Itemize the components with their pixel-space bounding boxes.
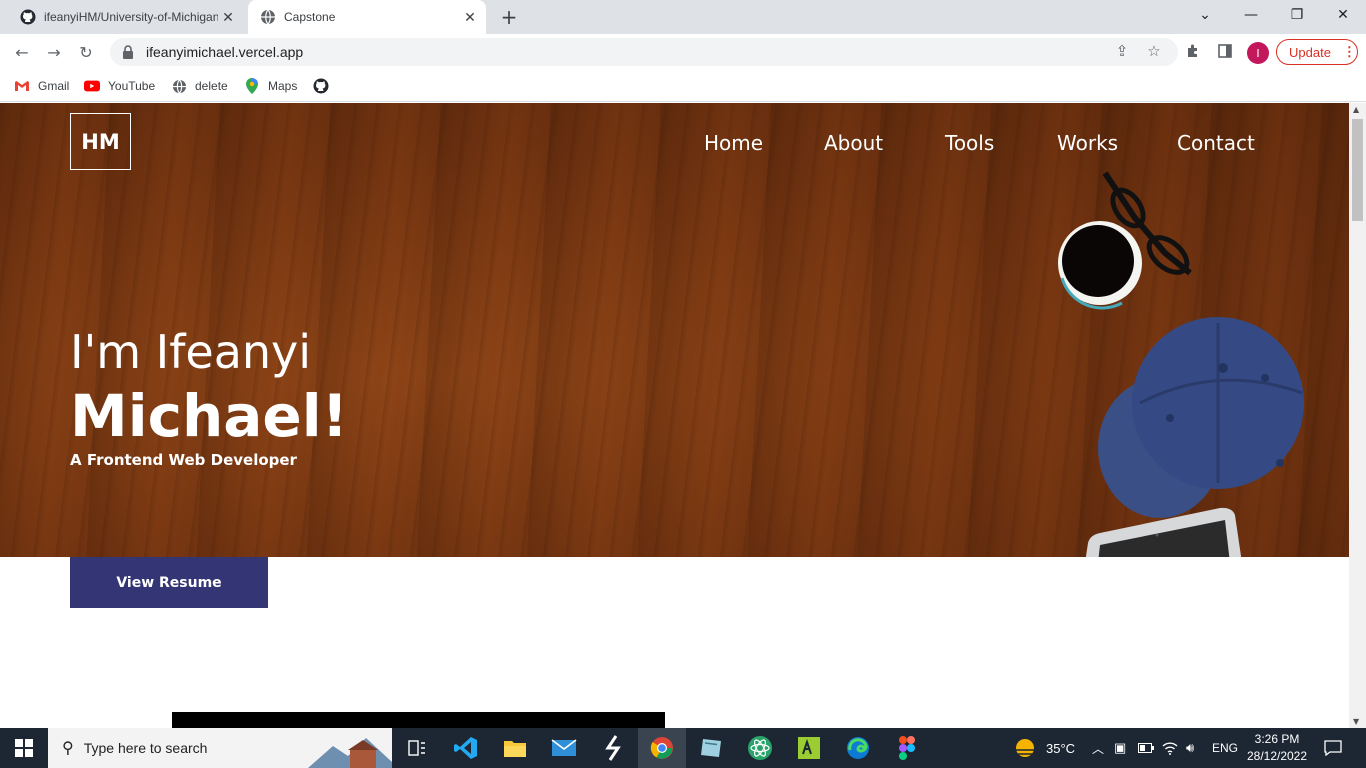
edge-icon[interactable] (834, 728, 882, 768)
close-window-button[interactable]: ✕ (1320, 0, 1366, 30)
scroll-down-icon[interactable]: ▼ (1353, 717, 1359, 726)
scrollbar-thumb[interactable] (1352, 119, 1363, 221)
close-icon[interactable]: ✕ (460, 7, 480, 27)
maps-icon (244, 78, 260, 94)
nav-works[interactable]: Works (1057, 131, 1118, 155)
bookmark-gmail[interactable]: Gmail (14, 76, 69, 96)
hero-greeting: I'm Ifeanyi (70, 325, 312, 379)
windows-icon (15, 739, 33, 757)
weather-widget[interactable]: 35°C (1012, 728, 1075, 768)
nav-tools[interactable]: Tools (945, 131, 994, 155)
tab-github[interactable]: ifeanyiHM/University-of-Michigan ✕ (8, 0, 244, 34)
system-clock[interactable]: 3:26 PM 28/12/2022 (1246, 731, 1308, 765)
share-icon[interactable]: ⇪ (1110, 39, 1134, 63)
weather-temperature: 35°C (1046, 740, 1076, 756)
bookmark-delete[interactable]: delete (171, 76, 228, 96)
desk-props-illustration (1058, 171, 1304, 557)
back-button[interactable]: ← (8, 38, 36, 66)
scroll-up-icon[interactable]: ▲ (1353, 105, 1359, 114)
tab-title: ifeanyiHM/University-of-Michigan (44, 10, 218, 24)
atom-app-icon[interactable] (736, 728, 784, 768)
tab-search-icon[interactable]: ⌄ (1182, 0, 1228, 30)
bookmark-maps[interactable]: Maps (244, 76, 297, 96)
show-hidden-icons[interactable]: ︿ (1092, 728, 1104, 768)
notes-app-icon[interactable] (687, 728, 735, 768)
bookmark-star-icon[interactable]: ☆ (1142, 39, 1166, 63)
taskbar: ⚲ Type here to search 35°C ︿ ▣ 🔊︎ ENG 3:… (0, 728, 1366, 768)
view-resume-button[interactable]: View Resume (70, 557, 268, 608)
volume-icon[interactable]: 🔊︎ (1186, 728, 1194, 768)
github-icon (313, 78, 329, 94)
github-icon (20, 9, 36, 25)
bookmark-label: delete (195, 79, 228, 93)
browser-toolbar: ← → ↻ ifeanyimichael.vercel.app ⇪ ☆ I Up… (0, 34, 1366, 70)
coffee-cup-icon (1058, 221, 1142, 310)
tab-capstone[interactable]: Capstone ✕ (248, 0, 486, 34)
bookmark-label: YouTube (108, 79, 156, 93)
bookmarks-bar: Gmail YouTube delete Maps (0, 70, 1366, 102)
terminal-app-icon[interactable] (785, 728, 833, 768)
bookmark-youtube[interactable]: YouTube (84, 76, 155, 96)
search-highlight-illustration (308, 738, 392, 768)
site-logo[interactable]: HM (70, 113, 131, 170)
cap-icon (1098, 317, 1304, 518)
search-icon: ⚲ (62, 740, 74, 757)
wifi-icon[interactable] (1162, 728, 1178, 768)
forward-button[interactable]: → (40, 38, 68, 66)
menu-icon: ⋮ (1342, 44, 1356, 59)
language-indicator[interactable]: ENG (1212, 728, 1238, 768)
extensions-icon[interactable] (1181, 39, 1205, 63)
close-icon[interactable]: ✕ (218, 7, 238, 27)
new-tab-button[interactable]: + (496, 5, 522, 29)
nav-home[interactable]: Home (704, 131, 763, 155)
globe-icon (260, 9, 276, 25)
bookmark-label: Maps (268, 79, 298, 93)
side-panel-icon[interactable] (1213, 39, 1237, 63)
url-text: ifeanyimichael.vercel.app (146, 44, 304, 60)
address-bar[interactable]: ifeanyimichael.vercel.app (110, 38, 1178, 66)
page-scrollbar[interactable]: ▲ ▼ (1349, 103, 1366, 728)
section-image-top (172, 712, 665, 728)
clock-date: 28/12/2022 (1246, 749, 1308, 763)
mail-icon[interactable] (540, 728, 588, 768)
hero-name: Michael! (70, 382, 349, 450)
battery-icon[interactable] (1138, 728, 1154, 768)
chrome-icon[interactable] (638, 728, 686, 768)
nav-contact[interactable]: Contact (1177, 131, 1255, 155)
vscode-icon[interactable] (442, 728, 490, 768)
youtube-icon (84, 78, 100, 94)
figma-icon[interactable] (883, 728, 931, 768)
hero-subtitle: A Frontend Web Developer (70, 451, 297, 469)
nav-about[interactable]: About (824, 131, 883, 155)
bookmark-label: Gmail (38, 79, 70, 93)
restore-button[interactable]: ❐ (1274, 0, 1320, 30)
weather-sun-icon (1016, 739, 1034, 757)
meet-now-icon[interactable]: ▣ (1114, 728, 1126, 768)
minimize-button[interactable]: — (1228, 0, 1274, 30)
bookmark-github[interactable] (313, 76, 337, 96)
task-view-icon[interactable] (393, 728, 441, 768)
clock-time: 3:26 PM (1254, 732, 1300, 746)
file-explorer-icon[interactable] (491, 728, 539, 768)
start-button[interactable] (0, 728, 48, 768)
profile-avatar[interactable]: I (1247, 42, 1269, 64)
hero-section: HM Home About Tools Works Contact I'm If… (0, 103, 1349, 557)
globe-icon (171, 78, 187, 94)
update-label: Update (1289, 44, 1331, 60)
page-viewport: HM Home About Tools Works Contact I'm If… (0, 103, 1349, 728)
app-s-icon[interactable] (589, 728, 637, 768)
lock-icon (122, 45, 136, 59)
search-placeholder: Type here to search (83, 740, 208, 756)
tab-title: Capstone (284, 10, 336, 24)
update-button[interactable]: Update ⋮ (1276, 39, 1358, 65)
tab-strip: ifeanyiHM/University-of-Michigan ✕ Capst… (0, 0, 1366, 34)
notifications-icon[interactable] (1324, 728, 1342, 768)
taskbar-search[interactable]: ⚲ Type here to search (48, 728, 392, 768)
gmail-icon (14, 78, 30, 94)
reload-button[interactable]: ↻ (72, 38, 100, 66)
